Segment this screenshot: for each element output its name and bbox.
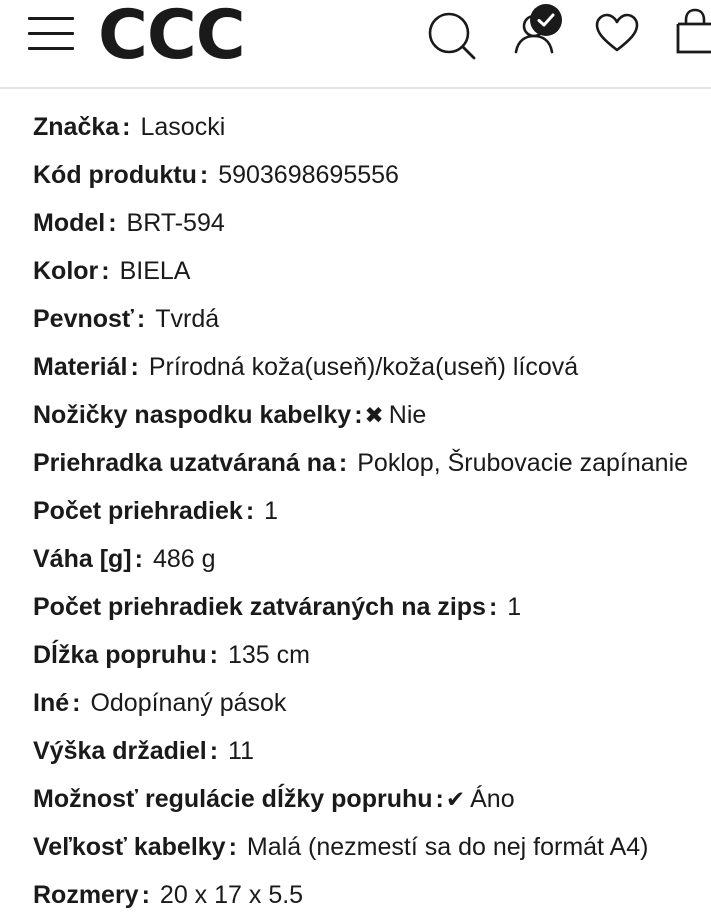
- spec-value: 11: [228, 737, 254, 765]
- spec-separator: :: [108, 209, 117, 237]
- spec-separator: :: [209, 737, 219, 765]
- spec-row: Kód produktu:5903698695556: [33, 152, 711, 200]
- spec-row: Počet priehradiek zatváraných na zips:1: [33, 584, 711, 632]
- spec-row: Kolor: BIELA: [33, 248, 711, 296]
- spec-value: Odopínaný pások: [90, 689, 287, 717]
- checkmark-icon: ✔: [445, 787, 466, 813]
- spec-value: 135 cm: [227, 641, 310, 669]
- spec-label: Model: [33, 209, 106, 237]
- spec-separator: :: [101, 257, 110, 285]
- spec-separator: :: [122, 113, 131, 141]
- spec-label: Počet priehradiek: [33, 497, 243, 525]
- spec-separator: :: [245, 497, 255, 525]
- spec-row: Pevnosť: Tvrdá: [33, 296, 711, 344]
- spec-separator: :: [354, 401, 363, 429]
- spec-row: Iné: Odopínaný pások: [33, 680, 711, 728]
- spec-row: Dĺžka popruhu:135 cm: [33, 632, 711, 680]
- spec-separator: :: [72, 689, 81, 717]
- spec-row: Model: BRT-594: [33, 200, 711, 248]
- spec-separator: :: [488, 593, 498, 621]
- spec-label: Kód produktu: [33, 161, 197, 189]
- spec-label: Výška držadiel: [33, 737, 207, 765]
- spec-value: Malá (nezmestí sa do nej formát A4): [246, 833, 649, 861]
- spec-separator: :: [435, 785, 444, 813]
- spec-value: Nie: [388, 401, 427, 429]
- spec-label: Počet priehradiek zatváraných na zips: [33, 593, 486, 621]
- search-icon[interactable]: [426, 10, 478, 62]
- spec-separator: :: [209, 641, 218, 669]
- spec-separator: :: [130, 353, 139, 381]
- spec-value: 5903698695556: [218, 161, 399, 189]
- spec-label: Veľkosť kabelky: [33, 833, 226, 861]
- spec-value: Poklop, Šrubovacie zapínanie: [357, 449, 689, 477]
- spec-separator: :: [136, 305, 146, 333]
- spec-separator: :: [199, 161, 209, 189]
- spec-separator: :: [338, 449, 348, 477]
- spec-value: Tvrdá: [155, 305, 220, 333]
- spec-row: Výška držadiel:11: [33, 728, 711, 776]
- spec-value: 20 x 17 x 5.5: [159, 881, 304, 909]
- spec-label: Kolor: [33, 257, 99, 285]
- check-icon: [537, 13, 555, 27]
- spec-row: Rozmery:20 x 17 x 5.5: [33, 872, 711, 920]
- spec-separator: :: [134, 545, 143, 573]
- spec-label: Priehradka uzatváraná na: [33, 449, 336, 477]
- product-specifications: Značka: Lasocki Kód produktu:5903698695556…: [33, 104, 711, 920]
- cross-icon: ✖: [364, 403, 384, 429]
- spec-row: Materiál: Prírodná koža(useň)/koža(useň) …: [33, 344, 711, 392]
- spec-separator: :: [141, 881, 150, 909]
- spec-label: Nožičky naspodku kabelky: [33, 401, 352, 429]
- spec-label: Značka: [33, 113, 120, 141]
- spec-row: Váha [g]:486 g: [33, 536, 711, 584]
- spec-row: Počet priehradiek:1: [33, 488, 711, 536]
- spec-row: Možnosť regulácie dĺžky popruhu:✔ Áno: [33, 776, 711, 824]
- spec-value: Prírodná koža(useň)/koža(useň) lícová: [148, 353, 579, 381]
- spec-label: Dĺžka popruhu: [33, 641, 207, 669]
- ccc-logo[interactable]: CCC: [98, 0, 246, 72]
- spec-row: Veľkosť kabelky: Malá (nezmestí sa do nej…: [33, 824, 711, 872]
- spec-value: BRT-594: [126, 209, 225, 237]
- spec-value: 1: [264, 497, 279, 525]
- spec-value: BIELA: [119, 257, 191, 285]
- spec-separator: :: [228, 833, 237, 861]
- spec-label: Pevnosť: [33, 305, 134, 333]
- spec-label: Možnosť regulácie dĺžky popruhu: [33, 785, 433, 813]
- spec-label: Materiál: [33, 353, 128, 381]
- spec-label: Rozmery: [33, 881, 139, 909]
- spec-value: 486 g: [152, 545, 216, 573]
- spec-value: Lasocki: [140, 113, 226, 141]
- hamburger-menu-icon[interactable]: [28, 17, 74, 51]
- shopping-bag-icon[interactable]: [674, 8, 711, 56]
- spec-value: 1: [507, 593, 522, 621]
- spec-value: Áno: [470, 785, 515, 813]
- spec-label: Iné: [33, 689, 70, 717]
- heart-icon[interactable]: [594, 12, 640, 54]
- spec-row: Značka: Lasocki: [33, 104, 711, 152]
- spec-row: Priehradka uzatváraná na: Poklop, Šrubova…: [33, 440, 711, 488]
- site-header: CCC: [0, 0, 711, 89]
- spec-row: Nožičky naspodku kabelky:✖ Nie: [33, 392, 711, 440]
- spec-label: Váha [g]: [33, 545, 132, 573]
- account-status-badge: [530, 4, 562, 36]
